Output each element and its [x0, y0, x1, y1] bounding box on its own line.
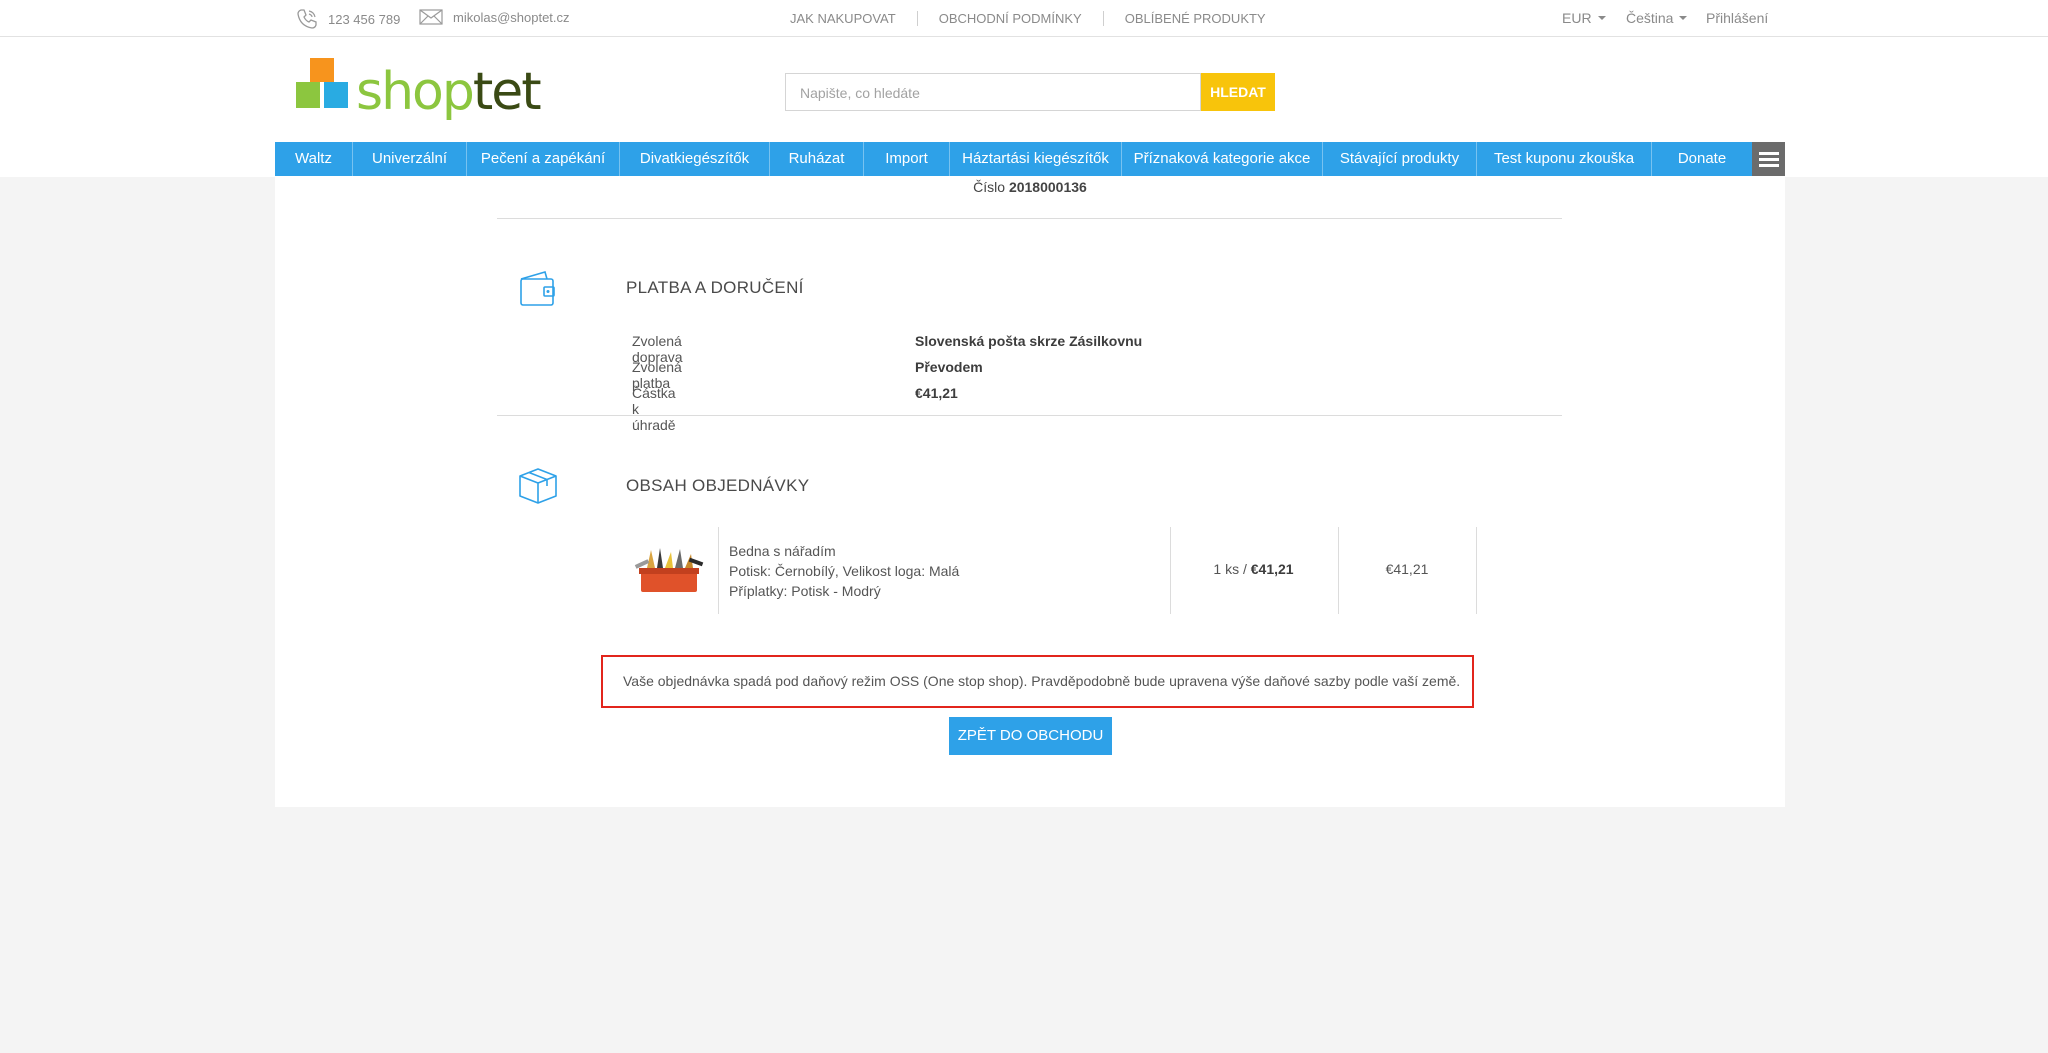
nav-item-donate[interactable]: Donate — [1652, 142, 1752, 176]
logo-square-blue — [324, 82, 348, 108]
search-button[interactable]: HLEDAT — [1201, 73, 1275, 111]
nav-item-import[interactable]: Import — [864, 142, 950, 176]
logo-square-orange — [310, 58, 334, 82]
unit-price: €41,21 — [1250, 561, 1294, 577]
oss-tax-notice: Vaše objednávka spadá pod daňový režim O… — [601, 655, 1474, 708]
language-label: Čeština — [1626, 10, 1674, 26]
nav-item-stavajici[interactable]: Stávající produkty — [1323, 142, 1477, 176]
login-label: Přihlášení — [1706, 10, 1769, 26]
divider — [497, 415, 1562, 416]
order-number-label: Číslo — [973, 179, 1006, 195]
content-section-title: OBSAH OBJEDNÁVKY — [626, 476, 810, 495]
product-quantity: 1 ks / €41,21 — [1170, 561, 1337, 577]
email-contact[interactable]: mikolas@shoptet.cz — [419, 8, 570, 26]
top-bar: 123 456 789 mikolas@shoptet.cz JAK NAKUP… — [0, 0, 2048, 37]
toolbox-image — [634, 548, 704, 592]
email-address: mikolas@shoptet.cz — [453, 9, 570, 25]
top-link-favorites[interactable]: OBLÍBENÉ PRODUKTY — [1102, 11, 1287, 26]
product-total: €41,21 — [1385, 561, 1429, 577]
top-link-terms[interactable]: OBCHODNÍ PODMÍNKY — [916, 11, 1103, 26]
search-placeholder: Napište, co hledáte — [800, 85, 920, 101]
product-name[interactable]: Bedna s nářadím — [729, 541, 959, 561]
chevron-down-icon — [1679, 16, 1688, 20]
nav-item-peceni[interactable]: Pečení a zapékání — [467, 142, 620, 176]
nav-item-ruhazat[interactable]: Ruházat — [770, 142, 864, 176]
payment-value: Převodem — [915, 359, 983, 375]
product-variant: Potisk: Černobílý, Velikost loga: Malá — [729, 563, 960, 579]
menu-icon[interactable] — [1752, 142, 1785, 176]
logo-square-green — [296, 82, 320, 108]
nav-item-divatkiegeszitok[interactable]: Divatkiegészítők — [620, 142, 770, 176]
chevron-down-icon — [1597, 16, 1606, 20]
nav-item-haztartasi[interactable]: Háztartási kiegészítők — [950, 142, 1122, 176]
search-input[interactable]: Napište, co hledáte — [785, 73, 1201, 111]
nav-item-waltz[interactable]: Waltz — [275, 142, 353, 176]
currency-label: EUR — [1562, 10, 1592, 26]
payment-section-title: PLATBA A DORUČENÍ — [626, 278, 804, 297]
order-number-value: 2018000136 — [1008, 179, 1087, 195]
shipping-value: Slovenská pošta skrze Zásilkovnu — [915, 333, 1143, 349]
back-to-shop-button[interactable]: ZPĚT DO OBCHODU — [949, 717, 1112, 755]
phone-number: 123 456 789 — [328, 11, 401, 27]
wallet-icon — [520, 271, 555, 306]
logo-text-shop: shop — [356, 62, 475, 122]
envelope-icon — [419, 9, 443, 25]
currency-select[interactable]: EUR — [1562, 10, 1606, 26]
order-confirmation: Číslo 2018000136 PLATBA A DORUČENÍ Zvole… — [275, 177, 1785, 807]
language-select[interactable]: Čeština — [1626, 10, 1688, 26]
nav-item-priznakova[interactable]: Příznaková kategorie akce — [1122, 142, 1323, 176]
phone-contact[interactable]: 123 456 789 — [296, 8, 400, 30]
product-surcharge: Příplatky: Potisk - Modrý — [729, 583, 881, 599]
nav-item-test-kuponu[interactable]: Test kuponu zkouška — [1477, 142, 1652, 176]
logo-text-tet: tet — [472, 62, 542, 122]
amount-label: Částka k úhradě — [632, 385, 676, 433]
top-links: JAK NAKUPOVAT OBCHODNÍ PODMÍNKY OBLÍBENÉ… — [776, 11, 1287, 26]
main-navigation: Waltz Univerzální Pečení a zapékání Diva… — [275, 142, 1752, 176]
top-link-how-to-buy[interactable]: JAK NAKUPOVAT — [776, 11, 917, 26]
product-details: Bedna s nářadím Potisk: Černobílý, Velik… — [729, 541, 959, 601]
nav-item-univerzalni[interactable]: Univerzální — [353, 142, 467, 176]
phone-icon — [297, 9, 317, 29]
amount-value: €41,21 — [915, 385, 958, 401]
login-link[interactable]: Přihlášení — [1706, 10, 1768, 26]
divider — [497, 218, 1562, 219]
logo-wordmark: shoptet — [356, 60, 542, 124]
order-item-row: Bedna s nářadím Potisk: Černobílý, Velik… — [625, 527, 1477, 614]
quantity-text: 1 ks / — [1213, 561, 1247, 577]
shoptet-logo[interactable]: shoptet — [296, 58, 542, 122]
box-icon — [519, 468, 557, 504]
order-number: Číslo 2018000136 — [275, 179, 1785, 195]
